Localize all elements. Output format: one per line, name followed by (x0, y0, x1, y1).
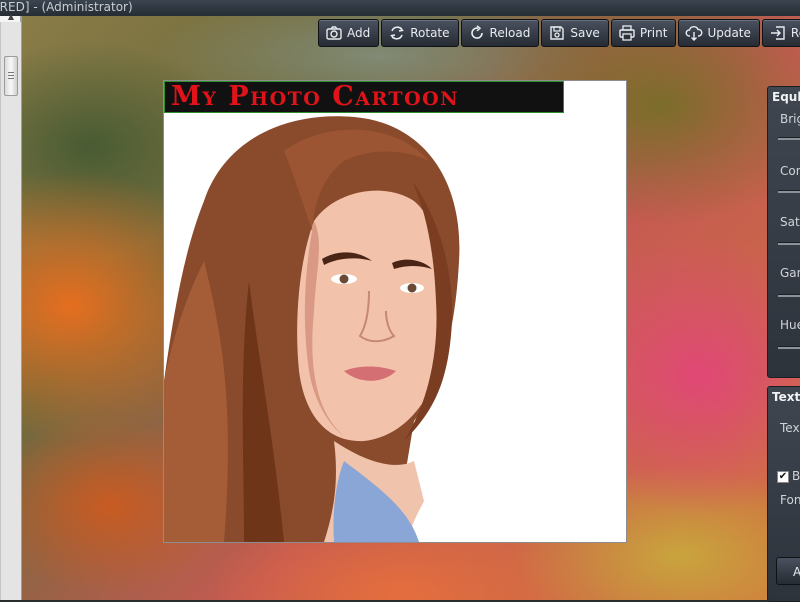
background-checkbox[interactable]: ✔ (777, 471, 789, 483)
brightness-slider[interactable] (778, 137, 800, 140)
thumb-grip (8, 78, 14, 79)
caption-text: My Photo Cartoon (171, 81, 460, 112)
equalizer-panel-title: Equli (772, 90, 800, 104)
rotate-button-label: Rotate (410, 26, 450, 40)
font-label: Font (780, 493, 800, 507)
add-button-label: Add (347, 26, 371, 40)
add-button[interactable]: Add (318, 19, 380, 47)
right-panel: Equli Brig Con Satu Gam Hue Text Text ✔ … (767, 86, 800, 602)
reload-button-label: Reload (489, 26, 531, 40)
reload-button[interactable]: Reload (460, 19, 540, 47)
hue-label: Hue (780, 318, 800, 332)
background-checkbox-label: Ba (792, 469, 800, 483)
text-panel: Text Text ✔ Ba Font A (767, 386, 800, 602)
caption-banner: My Photo Cartoon (164, 81, 564, 113)
register-button[interactable]: Regis (761, 19, 800, 47)
update-button-label: Update (707, 26, 751, 40)
saturation-label: Satu (780, 215, 800, 229)
contrast-label: Con (780, 164, 800, 178)
brightness-label: Brig (780, 112, 800, 126)
scroll-thumb[interactable] (4, 56, 18, 96)
window-title-bar: [RED] - (Administrator) (0, 0, 800, 16)
save-button[interactable]: Save (541, 19, 609, 47)
hue-slider[interactable] (778, 346, 800, 349)
text-field-label: Text (780, 421, 800, 435)
window-title: [RED] - (Administrator) (0, 0, 133, 14)
apply-text-button[interactable]: A (776, 557, 800, 585)
register-icon (770, 26, 785, 40)
cartoon-portrait-icon (164, 116, 460, 542)
register-button-label: Regis (790, 26, 800, 40)
scroll-up-arrow-icon[interactable]: ▲ (4, 12, 18, 22)
save-button-label: Save (570, 26, 600, 40)
thumb-grip (8, 75, 14, 76)
reload-icon (470, 25, 483, 39)
print-button-label: Print (639, 26, 668, 40)
vertical-scrollbar[interactable]: ▲ (0, 12, 21, 600)
print-button[interactable]: Print (610, 19, 677, 47)
text-panel-title: Text (772, 390, 800, 404)
cloud-download-icon (686, 26, 703, 41)
apply-text-button-label: A (793, 565, 800, 579)
contrast-slider[interactable] (778, 190, 800, 193)
update-button[interactable]: Update (678, 19, 760, 47)
camera-icon (326, 26, 342, 40)
rotate-button[interactable]: Rotate (381, 19, 459, 47)
save-icon (550, 26, 565, 40)
thumb-grip (8, 72, 14, 73)
gamma-slider[interactable] (778, 294, 800, 297)
photo-canvas[interactable]: My Photo Cartoon (163, 80, 627, 543)
saturation-slider[interactable] (778, 242, 800, 245)
rotate-icon (390, 26, 404, 40)
main-toolbar: Add Rotate Reload Save Print Update R (318, 19, 800, 47)
gamma-label: Gam (780, 266, 800, 280)
printer-icon (619, 25, 635, 41)
equalizer-panel: Equli Brig Con Satu Gam Hue (767, 86, 800, 378)
